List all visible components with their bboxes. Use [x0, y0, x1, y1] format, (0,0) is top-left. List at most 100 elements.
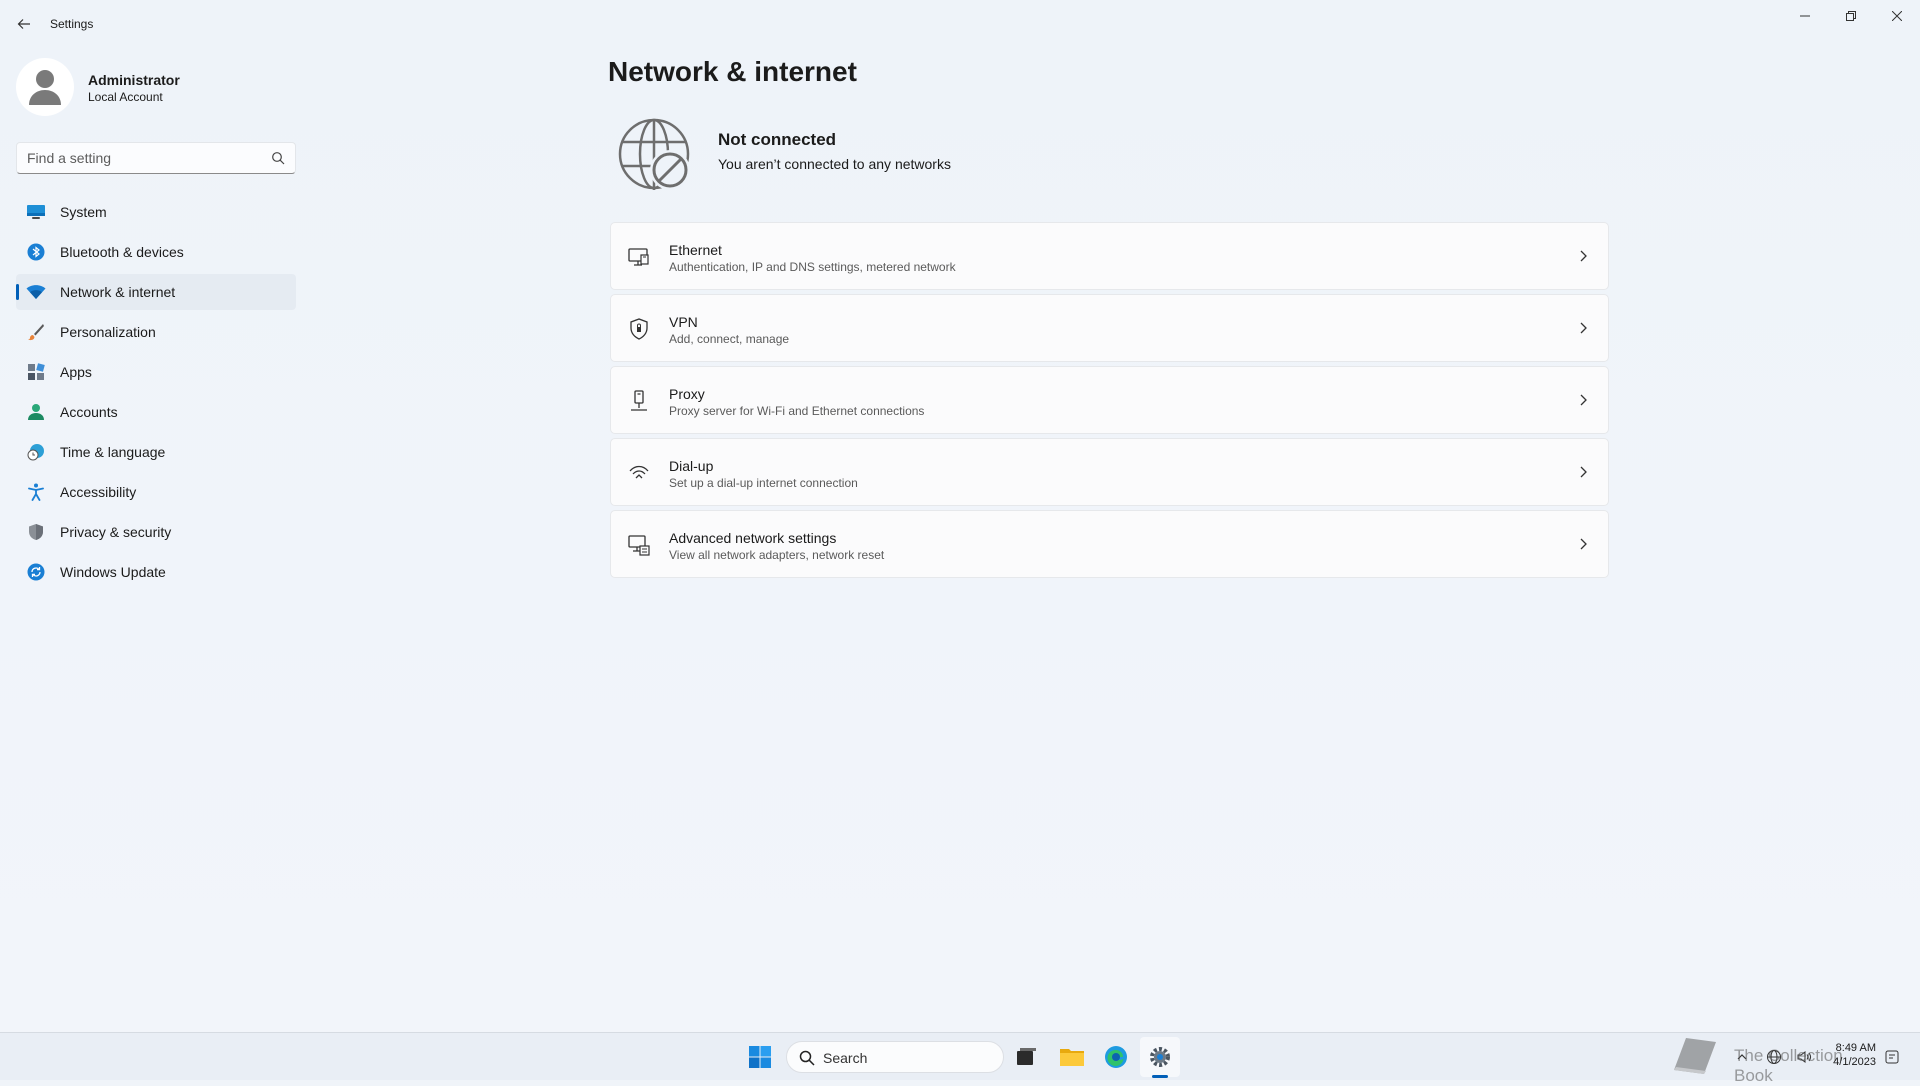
watermark: The Collection Book — [1668, 1030, 1868, 1085]
card-subtitle: Authentication, IP and DNS settings, met… — [669, 260, 956, 274]
clock-globe-icon — [26, 442, 46, 462]
card-title: VPN — [669, 314, 698, 330]
sidebar-item-label: Personalization — [60, 324, 156, 340]
task-view-icon — [1017, 1048, 1036, 1065]
card-proxy[interactable]: Proxy Proxy server for Wi-Fi and Etherne… — [610, 366, 1609, 434]
status-title: Not connected — [718, 130, 837, 149]
start-button[interactable] — [740, 1037, 780, 1077]
task-view-button[interactable] — [1006, 1037, 1046, 1077]
proxy-icon — [627, 389, 651, 413]
card-subtitle: View all network adapters, network reset — [669, 548, 885, 562]
sidebar-item-label: Network & internet — [60, 284, 176, 300]
back-button[interactable] — [12, 12, 36, 36]
search-icon — [799, 1050, 815, 1066]
profile-account-type: Local Account — [88, 90, 163, 104]
gear-icon — [1150, 1047, 1170, 1067]
card-vpn[interactable]: VPN Add, connect, manage — [610, 294, 1609, 362]
sidebar-item-label: Windows Update — [60, 564, 166, 580]
status-subtitle: You aren’t connected to any networks — [718, 156, 951, 172]
minimize-icon — [1800, 15, 1810, 17]
search-icon[interactable] — [271, 151, 285, 165]
sidebar-item-label: System — [60, 204, 107, 220]
sidebar-item-label: Bluetooth & devices — [60, 244, 184, 260]
sidebar-item-windows-update[interactable]: Windows Update — [16, 554, 296, 590]
sidebar-item-system[interactable]: System — [16, 194, 296, 230]
active-app-indicator — [1152, 1075, 1168, 1078]
chevron-right-icon — [1580, 394, 1587, 406]
file-explorer-button[interactable] — [1052, 1037, 1092, 1077]
card-dialup[interactable]: Dial-up Set up a dial-up internet connec… — [610, 438, 1609, 506]
chevron-right-icon — [1580, 322, 1587, 334]
sidebar-item-network[interactable]: Network & internet — [16, 274, 296, 310]
globe-disconnected-icon — [618, 118, 694, 194]
sidebar-item-privacy-security[interactable]: Privacy & security — [16, 514, 296, 550]
arrow-left-icon — [17, 19, 30, 29]
update-icon — [26, 562, 46, 582]
card-title: Advanced network settings — [669, 530, 837, 546]
sidebar-item-bluetooth[interactable]: Bluetooth & devices — [16, 234, 296, 270]
chevron-right-icon — [1580, 250, 1587, 262]
accessibility-icon — [26, 482, 46, 502]
card-title: Dial-up — [669, 458, 714, 474]
sidebar-item-personalization[interactable]: Personalization — [16, 314, 296, 350]
monitor-icon — [26, 202, 46, 222]
sidebar-item-time-language[interactable]: Time & language — [16, 434, 296, 470]
card-title: Ethernet — [669, 242, 722, 258]
sidebar-item-label: Accounts — [60, 404, 118, 420]
taskbar-search[interactable]: Search — [786, 1041, 1004, 1073]
title-bar: Settings — [0, 0, 1920, 48]
avatar — [16, 58, 74, 116]
sidebar-item-accounts[interactable]: Accounts — [16, 394, 296, 430]
apps-icon — [26, 362, 46, 382]
close-button[interactable] — [1874, 0, 1920, 32]
user-profile[interactable]: Administrator Local Account — [16, 58, 296, 116]
settings-app-button[interactable] — [1140, 1037, 1180, 1077]
ethernet-icon — [627, 245, 651, 269]
clock-time[interactable]: 8:49 AM — [1830, 1042, 1876, 1054]
book-icon — [1674, 1038, 1716, 1074]
card-subtitle: Proxy server for Wi-Fi and Ethernet conn… — [669, 404, 925, 418]
card-ethernet[interactable]: Ethernet Authentication, IP and DNS sett… — [610, 222, 1609, 290]
app-title: Settings — [50, 17, 94, 31]
wifi-icon — [26, 282, 46, 302]
notifications-button[interactable] — [1880, 1037, 1904, 1077]
sidebar-nav: System Bluetooth & devices Network & int… — [16, 194, 296, 594]
search-input[interactable] — [27, 143, 257, 173]
settings-cards: Ethernet Authentication, IP and DNS sett… — [610, 222, 1609, 582]
restore-button[interactable] — [1828, 0, 1874, 32]
settings-window: Settings Administrator Local Account Fin… — [0, 0, 1920, 1032]
advanced-network-icon — [627, 533, 651, 557]
person-icon — [26, 402, 46, 422]
bluetooth-icon — [26, 242, 46, 262]
profile-name: Administrator — [88, 72, 180, 88]
taskbar: Search — [0, 1032, 1920, 1080]
active-indicator — [16, 284, 19, 300]
brush-icon — [26, 322, 46, 342]
settings-search[interactable] — [16, 142, 296, 174]
card-advanced-network[interactable]: Advanced network settings View all netwo… — [610, 510, 1609, 578]
edge-icon — [1105, 1046, 1127, 1068]
sidebar-item-label: Apps — [60, 364, 92, 380]
close-icon — [1892, 11, 1902, 21]
card-subtitle: Set up a dial-up internet connection — [669, 476, 858, 490]
connection-status: Not connected You aren’t connected to an… — [618, 118, 1218, 198]
dialup-icon — [627, 461, 651, 485]
restore-icon — [1846, 11, 1856, 21]
minimize-button[interactable] — [1782, 0, 1828, 32]
card-subtitle: Add, connect, manage — [669, 332, 790, 346]
vpn-shield-icon — [627, 317, 651, 341]
sidebar-item-accessibility[interactable]: Accessibility — [16, 474, 296, 510]
edge-browser-button[interactable] — [1096, 1037, 1136, 1077]
sidebar-item-apps[interactable]: Apps — [16, 354, 296, 390]
clock-date[interactable]: 4/1/2023 — [1826, 1056, 1876, 1068]
page-title: Network & internet — [608, 56, 857, 87]
user-avatar-icon — [29, 70, 61, 105]
sidebar-item-label: Privacy & security — [60, 524, 172, 540]
shield-icon — [26, 522, 46, 542]
chevron-right-icon — [1580, 466, 1587, 478]
notification-icon — [1885, 1050, 1899, 1064]
sidebar-item-label: Accessibility — [60, 484, 137, 500]
folder-icon — [1060, 1049, 1084, 1066]
taskbar-search-label: Search — [823, 1050, 868, 1066]
chevron-right-icon — [1580, 538, 1587, 550]
